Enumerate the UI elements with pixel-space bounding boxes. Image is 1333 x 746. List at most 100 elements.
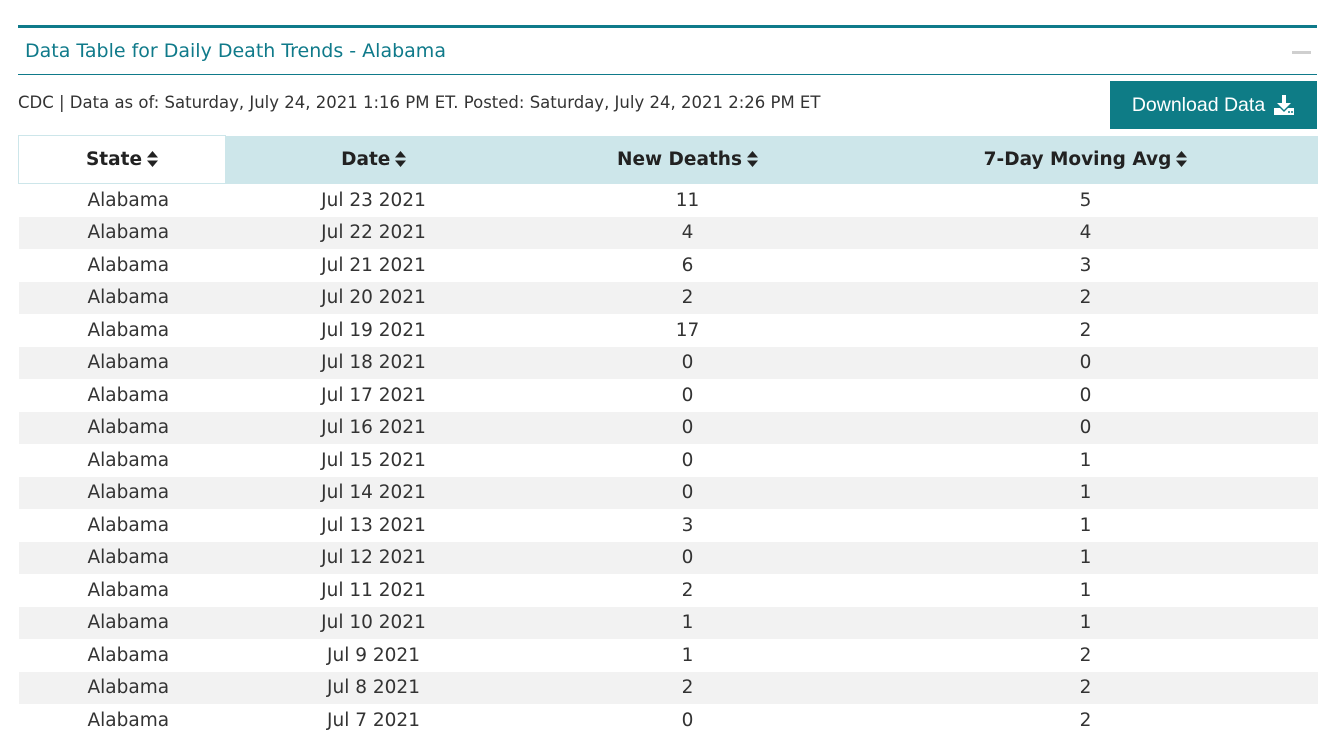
- sort-icon: [395, 151, 407, 167]
- cell-new-deaths: 2: [521, 671, 854, 704]
- cell-date: Jul 10 2021: [225, 606, 522, 639]
- column-header-moving-avg[interactable]: 7-Day Moving Avg: [853, 135, 1318, 184]
- cell-moving-avg: 1: [1079, 449, 1092, 471]
- cell-state: Alabama: [18, 411, 226, 444]
- cell-moving-avg: 1: [853, 476, 1318, 509]
- cell-date: Jul 20 2021: [225, 281, 522, 314]
- cell-new-deaths: 1: [681, 644, 694, 666]
- column-header-label: 7-Day Moving Avg: [983, 149, 1172, 170]
- cell-moving-avg: 5: [1079, 189, 1092, 211]
- cell-moving-avg: 0: [1079, 384, 1092, 406]
- table-row: Alabama Jul 15 2021 0 1: [19, 444, 1318, 477]
- data-table-panel: Data Table for Daily Death Trends - Alab…: [18, 25, 1318, 737]
- cell-date: Jul 17 2021: [321, 384, 426, 406]
- data-source-text: CDC | Data as of: Saturday, July 24, 202…: [18, 93, 821, 112]
- column-header-date[interactable]: Date: [225, 135, 522, 184]
- cell-state: Alabama: [18, 216, 226, 249]
- cell-new-deaths: 11: [675, 189, 700, 211]
- cell-new-deaths: 6: [681, 254, 694, 276]
- cell-new-deaths: 17: [675, 319, 700, 341]
- cell-new-deaths: 0: [521, 346, 854, 379]
- table-row: Alabama Jul 10 2021 1 1: [18, 606, 1318, 639]
- cell-state: Alabama: [87, 579, 170, 601]
- cell-state: Alabama: [87, 514, 170, 536]
- table-row: Alabama Jul 11 2021 2 1: [19, 574, 1318, 607]
- table-row: Alabama Jul 20 2021 2 2: [18, 281, 1318, 314]
- cell-state: Alabama: [18, 281, 226, 314]
- cell-date: Jul 14 2021: [225, 476, 522, 509]
- sort-icon: [1176, 151, 1188, 167]
- cell-moving-avg: 2: [853, 671, 1318, 704]
- cell-new-deaths: 0: [521, 411, 854, 444]
- table-header-row: State Date New Deaths 7-Day Moving Avg: [18, 135, 1318, 184]
- cell-date: Jul 18 2021: [225, 346, 522, 379]
- table-row: Alabama Jul 7 2021 0 2: [19, 704, 1318, 737]
- death-trends-table: State Date New Deaths 7-Day Moving Avg A…: [18, 135, 1318, 737]
- table-row: Alabama Jul 16 2021 0 0: [18, 411, 1318, 444]
- cell-state: Alabama: [18, 346, 226, 379]
- cell-moving-avg: 2: [1079, 709, 1092, 731]
- cell-date: Jul 7 2021: [327, 709, 420, 731]
- cell-date: Jul 21 2021: [321, 254, 426, 276]
- cell-date: Jul 23 2021: [321, 189, 426, 211]
- sort-icon: [746, 151, 758, 167]
- cell-new-deaths: 0: [681, 709, 694, 731]
- cell-date: Jul 13 2021: [321, 514, 426, 536]
- cell-new-deaths: 0: [521, 541, 854, 574]
- cell-date: Jul 19 2021: [321, 319, 426, 341]
- cell-date: Jul 8 2021: [225, 671, 522, 704]
- cell-date: Jul 22 2021: [225, 216, 522, 249]
- cell-new-deaths: 4: [521, 216, 854, 249]
- table-row: Alabama Jul 23 2021 11 5: [19, 184, 1318, 217]
- cell-new-deaths: 0: [681, 449, 694, 471]
- column-header-new-deaths[interactable]: New Deaths: [521, 135, 854, 184]
- column-header-state[interactable]: State: [18, 135, 226, 184]
- table-row: Alabama Jul 13 2021 3 1: [19, 509, 1318, 542]
- cell-state: Alabama: [87, 319, 170, 341]
- cell-moving-avg: 1: [1079, 579, 1092, 601]
- download-button-label: Download Data: [1131, 93, 1266, 116]
- cell-moving-avg: 1: [853, 541, 1318, 574]
- cell-moving-avg: 2: [1079, 319, 1092, 341]
- cell-date: Jul 12 2021: [225, 541, 522, 574]
- cell-state: Alabama: [87, 189, 170, 211]
- cell-new-deaths: 0: [681, 384, 694, 406]
- panel-header: Data Table for Daily Death Trends - Alab…: [18, 28, 1317, 75]
- cell-moving-avg: 3: [1079, 254, 1092, 276]
- cell-state: Alabama: [87, 254, 170, 276]
- cell-new-deaths: 2: [521, 281, 854, 314]
- table-row: Alabama Jul 19 2021 17 2: [19, 314, 1318, 347]
- cell-new-deaths: 0: [521, 476, 854, 509]
- cell-state: Alabama: [18, 671, 226, 704]
- download-icon: [1274, 95, 1295, 115]
- cell-state: Alabama: [87, 384, 170, 406]
- column-header-label: State: [85, 149, 143, 170]
- cell-moving-avg: 1: [853, 606, 1318, 639]
- cell-moving-avg: 1: [1079, 514, 1092, 536]
- meta-row: CDC | Data as of: Saturday, July 24, 202…: [18, 75, 1317, 135]
- column-header-label: Date: [341, 149, 391, 170]
- column-header-label: New Deaths: [617, 149, 742, 170]
- table-row: Alabama Jul 8 2021 2 2: [18, 671, 1318, 704]
- cell-new-deaths: 2: [681, 579, 694, 601]
- cell-moving-avg: 4: [853, 216, 1318, 249]
- cell-state: Alabama: [87, 709, 170, 731]
- cell-moving-avg: 2: [853, 281, 1318, 314]
- panel-title: Data Table for Daily Death Trends - Alab…: [25, 40, 446, 62]
- cell-state: Alabama: [18, 606, 226, 639]
- table-row: Alabama Jul 18 2021 0 0: [18, 346, 1318, 379]
- cell-state: Alabama: [18, 476, 226, 509]
- sort-icon: [147, 151, 159, 167]
- table-row: Alabama Jul 22 2021 4 4: [18, 216, 1318, 249]
- cell-moving-avg: 0: [853, 411, 1318, 444]
- cell-state: Alabama: [18, 541, 226, 574]
- cell-date: Jul 16 2021: [225, 411, 522, 444]
- table-row: Alabama Jul 9 2021 1 2: [19, 639, 1318, 672]
- download-data-button[interactable]: Download Data: [1110, 81, 1317, 129]
- cell-state: Alabama: [87, 449, 170, 471]
- collapse-minus-icon[interactable]: [1292, 51, 1311, 54]
- table-row: Alabama Jul 21 2021 6 3: [19, 249, 1318, 282]
- table-row: Alabama Jul 12 2021 0 1: [18, 541, 1318, 574]
- cell-moving-avg: 2: [1079, 644, 1092, 666]
- cell-new-deaths: 1: [521, 606, 854, 639]
